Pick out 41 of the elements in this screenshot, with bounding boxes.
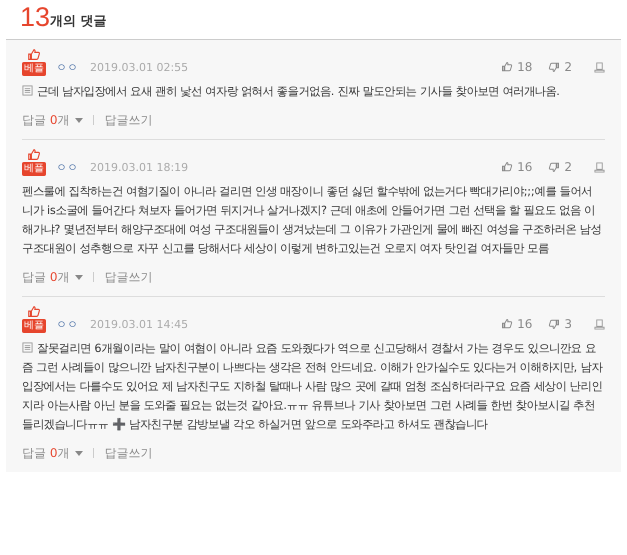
report-icon[interactable]	[594, 162, 605, 172]
comment-text: 잘못걸리면 6개월이라는 말이 여혐이 아니라 요즘 도와줬다가 역으로 신고당해서 경찰서 가는 경우도 있으니깐요 요즘 그런 사례들이 많으니깐 남자친구분이 나쁘다는 생각은 전혀 안드네요. 이해가 안가실수도 있다는거 이해하지만, 남자입장에서는 다를수도 있어요 제 남자친구도 지하철 탈때나 사람 많으 곳에 갈때 엄청 조심하더라구요 요즘 세상이 난리인지라 아는사람 아닌 분을 도와줄 필요는 없는것 같아요.ㅠㅠ 유튜브나 기사 찾아보면 그런 사례들 한번 찾아보시길 추천 들리겠습니다ㅠㅠ ➕ 남자친구분 감방보낼 각오 하실거면 앞으로 도와주라고 하셔도 괜찮습니다	[22, 341, 604, 433]
thumbs-up-icon	[27, 48, 41, 62]
thumbs-down-icon	[548, 318, 560, 330]
comment-count: 13	[20, 4, 50, 31]
comment-date: 2019.03.01 02:55	[90, 60, 188, 76]
comment-text: 근데 남자입장에서 요새 괜히 낯선 여자랑 얽혀서 좋을거없음. 진짜 말도안되는 기사들 찾아보면 여러개나옴.	[22, 82, 605, 101]
author-name: ㅇㅇ	[56, 60, 78, 76]
comment-date: 2019.03.01 18:19	[90, 160, 188, 176]
report-icon[interactable]	[594, 318, 605, 330]
comment-text: 펜스룰에 집착하는건 여혐기질이 아니라 걸리면 인생 매장이니 좋던 싫던 할수밖에 없는거다 빡대가리야;;;예를 들어서 니가 is소굴에 들어간다 쳐보자 들어가면 뒤지거나 살거나겠지? 근데 애초에 안들어가면 그런 선택을 할 필요도 없음 이해가냐? 몇년전부터 해양구조대에 여성 구조대원들이 생겨났는데 그 이유가 가관인게 물에 빠진 여성을 구조하러온 남성 구조대원이 성추행으로 자꾸 신고를 당해서다 세상이 이렇게 변하고있는건 오로지 여자 탓인걸 여자들만 모름	[22, 184, 602, 257]
comment-date: 2019.03.01 14:45	[90, 316, 188, 332]
best-comment-badge: 베플	[22, 319, 46, 333]
thumbs-up-icon	[501, 61, 514, 73]
dislike-button[interactable]: 2	[548, 158, 572, 176]
caret-icon	[75, 118, 84, 122]
thumbs-up-icon	[27, 305, 41, 319]
caret-icon	[75, 450, 84, 456]
replies-toggle[interactable]: 답글 0개	[22, 444, 84, 462]
dislike-button[interactable]: 2	[548, 58, 572, 76]
like-button[interactable]: 16	[501, 315, 532, 333]
thumbs-up-icon	[501, 318, 514, 330]
replies-toggle[interactable]: 답글 0개	[22, 111, 84, 129]
caret-icon	[75, 274, 84, 280]
write-reply-link[interactable]: 답글쓰기	[104, 111, 152, 129]
thumbs-down-icon	[548, 61, 560, 73]
comments-heading: 개의 댓글	[50, 12, 107, 30]
author-name: ㅇㅇ	[56, 316, 78, 332]
write-reply-link[interactable]: 답글쓰기	[104, 444, 152, 462]
thumbs-up-icon	[501, 161, 514, 173]
like-button[interactable]: 16	[501, 158, 532, 176]
author-name: ㅇㅇ	[56, 160, 78, 176]
best-comment-badge: 베플	[22, 62, 46, 76]
thumbs-down-icon	[548, 161, 560, 173]
write-reply-link[interactable]: 답글쓰기	[104, 268, 152, 286]
like-button[interactable]: 18	[501, 58, 532, 76]
dislike-button[interactable]: 3	[548, 315, 572, 333]
best-comment-badge: 베플	[22, 162, 46, 176]
thumbs-up-icon	[27, 148, 41, 162]
report-icon[interactable]	[594, 62, 605, 72]
replies-toggle[interactable]: 답글 0개	[22, 268, 84, 286]
